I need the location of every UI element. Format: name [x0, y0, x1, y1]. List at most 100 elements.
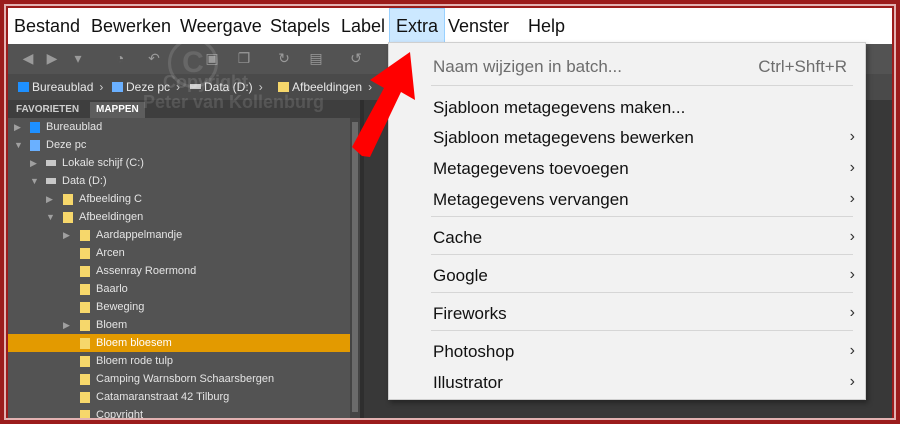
open-with-icon[interactable]: ▤ [308, 50, 324, 66]
rotate-icon[interactable]: ↺ [348, 50, 364, 66]
tree-item-label: Afbeeldingen [79, 211, 144, 223]
breadcrumb-label: Bureaublad [32, 80, 94, 94]
tree-item-camping-warnsborn[interactable]: Camping Warnsborn Schaarsbergen [8, 370, 350, 388]
tree-item-label: Copyright [96, 409, 144, 418]
desktop-icon [30, 122, 40, 133]
tree-item-label: Bloem bloesem [96, 337, 172, 349]
tree-item-bloem-rode-tulp[interactable]: Bloem rode tulp [8, 352, 350, 370]
chevron-right-icon: › [849, 159, 855, 176]
menu-bar: Bestand Bewerken Weergave Stapels Label … [8, 8, 892, 44]
menu-stapels[interactable]: Stapels [264, 8, 336, 44]
expand-icon[interactable]: ▶ [14, 118, 21, 136]
tree-item-copyright[interactable]: Copyright [8, 406, 350, 418]
menu-separator [431, 85, 853, 86]
drive-icon [46, 160, 56, 166]
dropdown-icon[interactable]: ▾ [70, 50, 86, 66]
copy-icon[interactable]: ❐ [236, 50, 252, 66]
folder-icon [80, 320, 90, 331]
tree-item-arcen[interactable]: Arcen [8, 244, 350, 262]
menu-bewerken[interactable]: Bewerken [85, 8, 177, 44]
menu-item-label: Fireworks [433, 304, 507, 323]
folder-icon [80, 356, 90, 367]
tree-item-label: Beweging [96, 301, 145, 313]
folder-icon [80, 410, 90, 418]
tree-item-bureaublad[interactable]: ▶ Bureaublad [8, 118, 350, 136]
menu-separator [431, 292, 853, 293]
menu-extra[interactable]: Extra [389, 8, 446, 44]
chevron-right-icon: › [849, 128, 855, 145]
menu-item-shortcut: Ctrl+Shft+R [758, 57, 847, 76]
menu-label[interactable]: Label [335, 8, 391, 44]
collapse-icon[interactable]: ▼ [30, 172, 39, 190]
tab-mappen[interactable]: MAPPEN [90, 102, 145, 118]
chevron-right-icon: › [368, 80, 373, 94]
watermark-line-1: Copyright [163, 72, 248, 92]
computer-icon [30, 140, 40, 151]
bridge-window: Bestand Bewerken Weergave Stapels Label … [8, 8, 892, 418]
tree-item-data-d[interactable]: ▼ Data (D:) [8, 172, 350, 190]
tree-item-bloem[interactable]: ▶ Bloem [8, 316, 350, 334]
menu-bestand[interactable]: Bestand [8, 8, 86, 44]
tree-item-lokale-schijf[interactable]: ▶ Lokale schijf (C:) [8, 154, 350, 172]
tree-item-catamaranstraat[interactable]: Catamaranstraat 42 Tilburg [8, 388, 350, 406]
collapse-icon[interactable]: ▼ [14, 136, 23, 154]
breadcrumb-item-bureaublad[interactable]: Bureaublad › [18, 78, 103, 96]
collapse-icon[interactable]: ▼ [46, 208, 55, 226]
tree-item-label: Baarlo [96, 283, 128, 295]
menu-item-label: Metagegevens toevoegen [433, 159, 629, 178]
tree-item-aardappelmandje[interactable]: ▶ Aardappelmandje [8, 226, 350, 244]
expand-icon[interactable]: ▶ [63, 316, 70, 334]
folder-icon [80, 338, 90, 349]
tree-item-label: Camping Warnsborn Schaarsbergen [96, 373, 275, 385]
expand-icon[interactable]: ▶ [46, 190, 53, 208]
folder-icon [80, 248, 90, 259]
tree-item-label: Aardappelmandje [96, 229, 183, 241]
tab-favorieten[interactable]: FAVORIETEN [10, 102, 85, 118]
menu-item-label: Google [433, 266, 488, 285]
folder-icon [63, 212, 73, 223]
folder-icon [80, 284, 90, 295]
tree-item-beweging[interactable]: Beweging [8, 298, 350, 316]
folder-icon [80, 392, 90, 403]
menu-separator [431, 254, 853, 255]
tree-item-afbeelding-c[interactable]: ▶ Afbeelding C [8, 190, 350, 208]
chevron-right-icon: › [849, 228, 855, 245]
menu-item-label: Metagegevens vervangen [433, 190, 629, 209]
tree-item-label: Bloem rode tulp [96, 355, 174, 367]
chevron-right-icon: › [99, 80, 104, 94]
menu-item-label: Illustrator [433, 373, 503, 392]
tree-item-label: Bloem [96, 319, 128, 331]
chevron-right-icon: › [849, 342, 855, 359]
return-icon[interactable]: ↶ [146, 50, 162, 66]
extra-menu-dropdown: Naam wijzigen in batch... Ctrl+Shft+R Sj… [388, 42, 866, 400]
menu-venster[interactable]: Venster [442, 8, 515, 44]
chevron-right-icon: › [849, 304, 855, 321]
back-icon[interactable]: ◀ [20, 50, 36, 66]
folder-icon [63, 194, 73, 205]
expand-icon[interactable]: ▶ [63, 226, 70, 244]
tree-item-deze-pc[interactable]: ▼ Deze pc [8, 136, 350, 154]
folder-tree: ▶ Bureaublad ▼ Deze pc ▶ Lokale schijf (… [8, 118, 350, 418]
drive-icon [46, 178, 56, 184]
chevron-right-icon: › [849, 190, 855, 207]
menu-item-label: Sjabloon metagegevens maken... [433, 98, 686, 117]
menu-item-label: Photoshop [433, 342, 515, 361]
tree-item-bloem-bloesem[interactable]: Bloem bloesem [8, 334, 350, 352]
folders-panel: FAVORIETEN MAPPEN ▶ Bureaublad ▼ Deze pc… [8, 100, 360, 418]
tree-item-assenray-roermond[interactable]: Assenray Roermond [8, 262, 350, 280]
tree-item-label: Assenray Roermond [96, 265, 197, 277]
refine-icon[interactable]: ↻ [276, 50, 292, 66]
forward-icon[interactable]: ▶ [44, 50, 60, 66]
chevron-right-icon: › [849, 266, 855, 283]
menu-separator [431, 216, 853, 217]
recent-folder-icon[interactable]: ◔ [112, 50, 128, 66]
tree-item-label: Catamaranstraat 42 Tilburg [96, 391, 230, 403]
tree-item-baarlo[interactable]: Baarlo [8, 280, 350, 298]
scrollbar-thumb[interactable] [352, 122, 358, 412]
watermark-line-2: Peter van Kollenburg [143, 92, 325, 112]
menu-help[interactable]: Help [522, 8, 571, 44]
tree-scrollbar[interactable] [350, 118, 360, 418]
menu-separator [431, 330, 853, 331]
tree-item-afbeeldingen[interactable]: ▼ Afbeeldingen [8, 208, 350, 226]
expand-icon[interactable]: ▶ [30, 154, 37, 172]
